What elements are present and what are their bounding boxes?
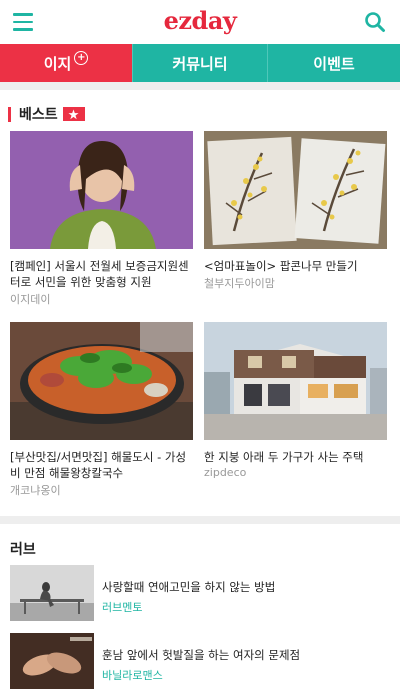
- tab-community-label: 커뮤니티: [172, 54, 228, 73]
- best-section-header: 베스트: [8, 104, 85, 124]
- tab-easy[interactable]: 이지 +: [0, 44, 132, 82]
- app-header: ezday: [0, 0, 400, 44]
- tab-event[interactable]: 이벤트: [267, 44, 400, 82]
- card-thumbnail: [204, 322, 387, 440]
- section-accent-bar: [8, 106, 11, 122]
- main-tabs: 이지 + 커뮤니티 이벤트: [0, 44, 400, 82]
- section-divider: [0, 516, 400, 524]
- card-source: 이지데이: [10, 293, 51, 306]
- card-thumbnail: [204, 131, 387, 249]
- tab-community[interactable]: 커뮤니티: [132, 44, 267, 82]
- card-title[interactable]: 한 지붕 아래 두 가구가 사는 주택: [204, 449, 387, 465]
- card-title[interactable]: [부산맛집/서면맛집] 해물도시 - 가성비 만점 해물왕창칼국수: [10, 449, 193, 481]
- star-icon: [62, 107, 85, 121]
- card-source: zipdeco: [204, 466, 247, 479]
- card-thumbnail: [10, 131, 193, 249]
- love-list-item[interactable]: 훈남 앞에서 헛발질을 하는 여자의 문제점 바닐라로맨스: [10, 633, 390, 689]
- love-section-header: 러브: [10, 539, 36, 559]
- card-title[interactable]: <엄마표놀이> 팝콘나무 만들기: [204, 258, 387, 274]
- tab-easy-label: 이지: [43, 54, 72, 73]
- search-icon[interactable]: [364, 11, 386, 33]
- tab-event-label: 이벤트: [313, 54, 355, 73]
- site-logo[interactable]: ezday: [0, 6, 400, 35]
- card-thumbnail: [10, 322, 193, 440]
- card-source: 개코냐옹이: [10, 484, 61, 497]
- best-section-title: 베스트: [19, 107, 58, 123]
- love-item-source: 러브멘토: [102, 601, 143, 614]
- section-divider: [0, 82, 400, 90]
- love-item-source: 바닐라로맨스: [102, 669, 163, 682]
- card-source: 철부지두아이맘: [204, 277, 275, 290]
- best-card[interactable]: [캠페인] 서울시 전월세 보증금지원센터로 서민을 위한 맞춤형 지원 이지데…: [10, 131, 193, 307]
- plus-circle-icon: +: [74, 51, 89, 65]
- love-item-thumbnail: [10, 565, 94, 621]
- love-list-item[interactable]: 사랑할때 연애고민을 하지 않는 방법 러브멘토: [10, 565, 390, 621]
- love-item-title[interactable]: 사랑할때 연애고민을 하지 않는 방법: [102, 579, 275, 595]
- best-card[interactable]: 한 지붕 아래 두 가구가 사는 주택 zipdeco: [204, 322, 387, 479]
- best-card[interactable]: <엄마표놀이> 팝콘나무 만들기 철부지두아이맘: [204, 131, 387, 291]
- love-section-title: 러브: [10, 542, 36, 558]
- love-item-thumbnail: [10, 633, 94, 689]
- love-item-title[interactable]: 훈남 앞에서 헛발질을 하는 여자의 문제점: [102, 647, 300, 663]
- best-card[interactable]: [부산맛집/서면맛집] 해물도시 - 가성비 만점 해물왕창칼국수 개코냐옹이: [10, 322, 193, 498]
- card-title[interactable]: [캠페인] 서울시 전월세 보증금지원센터로 서민을 위한 맞춤형 지원: [10, 258, 193, 290]
